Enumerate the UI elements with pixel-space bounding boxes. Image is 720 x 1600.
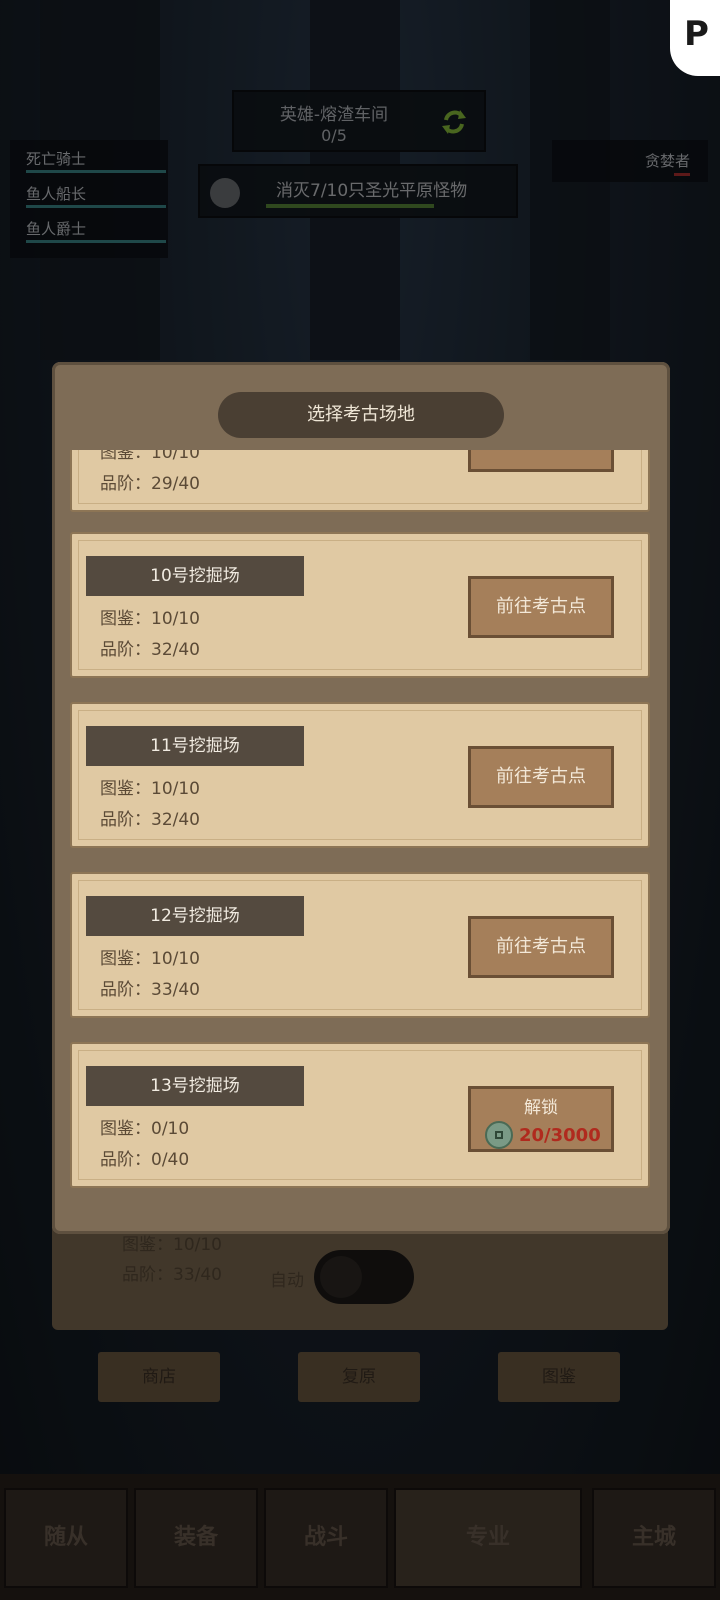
site-card: 13号挖掘场 图鉴：0/10 品阶：0/40 解锁 20/3000 xyxy=(70,1042,650,1188)
go-to-site-button[interactable]: 前往考古点 xyxy=(468,916,614,978)
site-card: 11号挖掘场 图鉴：10/10 品阶：32/40 前往考古点 xyxy=(70,702,650,848)
unlock-label: 解锁 xyxy=(524,1098,558,1118)
site-atlas: 图鉴：10/10 xyxy=(100,609,200,629)
go-to-site-button[interactable]: 前往考古点 xyxy=(468,746,614,808)
site-grade: 品阶：0/40 xyxy=(100,1150,190,1170)
site-grade: 品阶：32/40 xyxy=(100,640,200,660)
site-name: 10号挖掘场 xyxy=(86,556,304,596)
site-name: 11号挖掘场 xyxy=(86,726,304,766)
site-card: 10号挖掘场 图鉴：10/10 品阶：32/40 前往考古点 xyxy=(70,532,650,678)
coin-icon xyxy=(485,1121,513,1149)
site-grade: 品阶：32/40 xyxy=(100,810,200,830)
modal-title: 选择考古场地 xyxy=(218,392,504,438)
site-name: 13号挖掘场 xyxy=(86,1066,304,1106)
site-card: 12号挖掘场 图鉴：10/10 品阶：33/40 前往考古点 xyxy=(70,872,650,1018)
site-card: 前往考古点 图鉴：10/10 品阶：29/40 xyxy=(70,450,650,512)
site-name: 12号挖掘场 xyxy=(86,896,304,936)
go-to-site-button[interactable]: 前往考古点 xyxy=(468,450,614,472)
site-atlas: 图鉴：0/10 xyxy=(100,1119,190,1139)
site-atlas: 图鉴：10/10 xyxy=(100,949,200,969)
unlock-site-button[interactable]: 解锁 20/3000 xyxy=(468,1086,614,1152)
app-corner-icon[interactable]: P xyxy=(670,0,720,76)
site-grade: 品阶：29/40 xyxy=(100,474,200,494)
corner-letter: P xyxy=(684,14,709,54)
site-atlas: 图鉴：10/10 xyxy=(100,779,200,799)
site-grade: 品阶：33/40 xyxy=(100,980,200,1000)
site-atlas: 图鉴：10/10 xyxy=(100,450,200,463)
site-list[interactable]: 前往考古点 图鉴：10/10 品阶：29/40 10号挖掘场 图鉴：10/10 … xyxy=(70,450,652,1210)
go-to-site-button[interactable]: 前往考古点 xyxy=(468,576,614,638)
unlock-cost: 20/3000 xyxy=(519,1125,601,1146)
